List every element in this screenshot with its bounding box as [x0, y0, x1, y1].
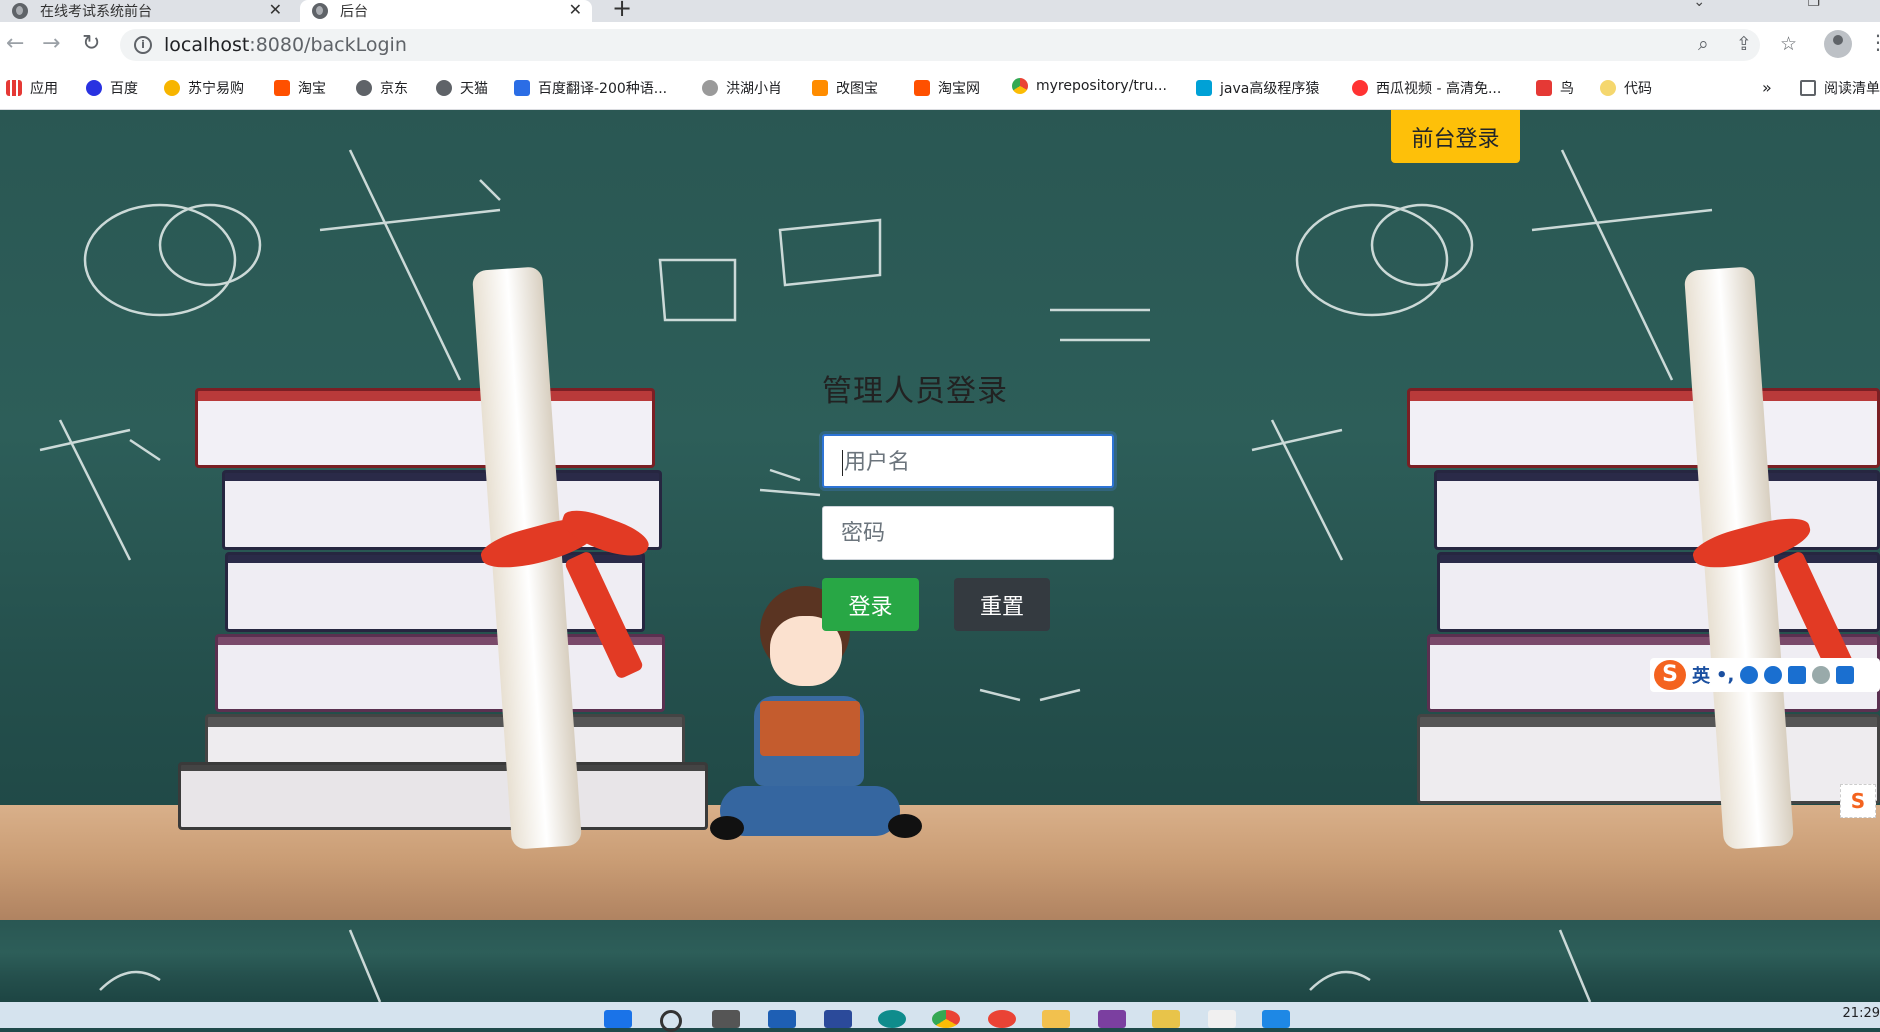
reading-list-icon: [1800, 80, 1816, 96]
system-clock[interactable]: 21:29: [1843, 1006, 1880, 1021]
new-tab-button[interactable]: +: [612, 0, 632, 20]
microphone-icon[interactable]: [1764, 666, 1783, 684]
background-image-repeat: [1202, 110, 1880, 920]
app-icon[interactable]: [1208, 1010, 1236, 1028]
book: [178, 762, 708, 830]
address-bar-row: ← → ↻ i localhost:8080/backLogin ⌕ ⇪ ☆ ⋮: [0, 22, 1880, 68]
bookmark-apps[interactable]: 应用: [6, 78, 58, 98]
tab-title: 后台: [340, 4, 368, 20]
keyboard-icon[interactable]: [1788, 666, 1807, 684]
globe-icon: [356, 80, 372, 96]
bookmark-item[interactable]: 天猫: [436, 78, 488, 98]
bookmark-item[interactable]: 改图宝: [812, 78, 878, 98]
app-icon[interactable]: [824, 1010, 852, 1028]
book: [1407, 388, 1880, 468]
skin-icon[interactable]: [1836, 666, 1855, 684]
share-icon[interactable]: ⇪: [1736, 33, 1752, 55]
window-controls[interactable]: ⌄ ❐: [1693, 0, 1820, 10]
emoji-icon[interactable]: [1740, 666, 1759, 684]
bird-icon: [1536, 80, 1552, 96]
book: [195, 388, 655, 468]
close-tab-icon[interactable]: ✕: [569, 0, 582, 20]
baidu-icon: [86, 80, 102, 96]
ide-icon[interactable]: [1098, 1010, 1126, 1028]
bookmarks-bar: 应用 百度 苏宁易购 淘宝 京东 天猫 百度翻译-200种语... 洪湖小肖 改…: [0, 68, 1880, 110]
book: [1434, 470, 1880, 550]
login-form-title: 管理人员登录: [822, 374, 1008, 409]
search-icon[interactable]: [660, 1010, 682, 1032]
bookmark-item[interactable]: 洪湖小肖: [702, 78, 782, 98]
profile-avatar[interactable]: [1824, 30, 1852, 58]
book: [1417, 714, 1880, 804]
username-input[interactable]: 用户名: [822, 434, 1114, 488]
chrome-icon: [1012, 78, 1028, 94]
reading-list[interactable]: 阅读清单: [1800, 78, 1880, 98]
bookmark-item[interactable]: 苏宁易购: [164, 78, 244, 98]
taobao-icon: [274, 80, 290, 96]
tab-title: 在线考试系统前台: [40, 4, 152, 20]
bookmark-item[interactable]: myrepository/tru...: [1012, 78, 1167, 94]
code-icon: [1600, 80, 1616, 96]
sogou-logo-icon[interactable]: S: [1654, 660, 1686, 690]
folder-icon[interactable]: [1042, 1010, 1070, 1028]
front-login-button[interactable]: 前台登录: [1391, 110, 1520, 163]
globe-icon: [12, 3, 28, 19]
url-field[interactable]: i localhost:8080/backLogin ⌕ ⇪ ☆: [120, 29, 1797, 61]
image-tool-icon: [812, 80, 828, 96]
ime-mini-logo[interactable]: S: [1840, 784, 1876, 818]
bookmark-item[interactable]: java高级程序猿: [1196, 78, 1319, 98]
bookmark-item[interactable]: 鸟: [1536, 78, 1574, 98]
ime-language-toggle[interactable]: 英: [1692, 662, 1710, 688]
translate-icon: [514, 80, 530, 96]
bookmark-item[interactable]: 百度翻译-200种语...: [514, 78, 667, 98]
login-page: 前台登录 管理人员登录 用户名 密码 登录 重置 S 英 •, S: [0, 110, 1880, 1002]
task-view-icon[interactable]: [712, 1010, 740, 1028]
suning-icon: [164, 80, 180, 96]
bookmarks-overflow[interactable]: »: [1762, 78, 1772, 97]
bookmark-item[interactable]: 淘宝: [274, 78, 326, 98]
tab-strip: 在线考试系统前台 ✕ 后台 ✕ + ⌄ ❐: [0, 0, 1880, 22]
apps-grid-icon: [6, 80, 22, 96]
close-tab-icon[interactable]: ✕: [269, 0, 282, 20]
password-input[interactable]: 密码: [822, 506, 1114, 560]
chrome-icon[interactable]: [932, 1010, 960, 1028]
bookmark-item[interactable]: 京东: [356, 78, 408, 98]
punctuation-icon[interactable]: •,: [1716, 665, 1734, 686]
text-cursor: [842, 450, 843, 476]
chrome-active-icon[interactable]: [988, 1010, 1016, 1028]
back-icon[interactable]: ←: [6, 32, 24, 56]
xigua-icon: [1352, 80, 1368, 96]
url-text[interactable]: localhost:8080/backLogin: [164, 34, 407, 56]
reload-icon[interactable]: ↻: [82, 32, 100, 56]
login-button[interactable]: 登录: [822, 578, 919, 631]
globe-icon: [312, 3, 328, 19]
zoom-icon[interactable]: ⌕: [1698, 33, 1709, 55]
chalk-drawings: [99, 929, 1592, 1002]
background-image-repeat-bottom: [0, 920, 1880, 1002]
ime-toolbar[interactable]: S 英 •,: [1650, 658, 1880, 692]
windows-taskbar: 21:29: [0, 1002, 1880, 1032]
bird-icon: [702, 80, 718, 96]
app-icon[interactable]: [1152, 1010, 1180, 1028]
tab-front[interactable]: 在线考试系统前台 ✕: [0, 0, 292, 22]
forward-icon[interactable]: →: [42, 32, 60, 56]
reset-button[interactable]: 重置: [954, 578, 1050, 631]
start-icon[interactable]: [604, 1010, 632, 1028]
bookmark-item[interactable]: 代码: [1600, 78, 1652, 98]
widgets-icon[interactable]: [768, 1010, 796, 1028]
edge-icon[interactable]: [878, 1010, 906, 1028]
taobao-icon: [914, 80, 930, 96]
star-icon[interactable]: ☆: [1780, 33, 1797, 55]
globe-icon: [436, 80, 452, 96]
user-icon[interactable]: [1812, 666, 1831, 684]
menu-icon[interactable]: ⋮: [1868, 30, 1880, 54]
bookmark-item[interactable]: 淘宝网: [914, 78, 980, 98]
app-icon[interactable]: [1262, 1010, 1290, 1028]
bookmark-item[interactable]: 西瓜视频 - 高清免...: [1352, 78, 1501, 98]
bookmark-item[interactable]: 百度: [86, 78, 138, 98]
book: [215, 634, 665, 712]
bilibili-icon: [1196, 80, 1212, 96]
info-icon[interactable]: i: [134, 36, 152, 54]
tab-back[interactable]: 后台 ✕: [300, 0, 592, 22]
